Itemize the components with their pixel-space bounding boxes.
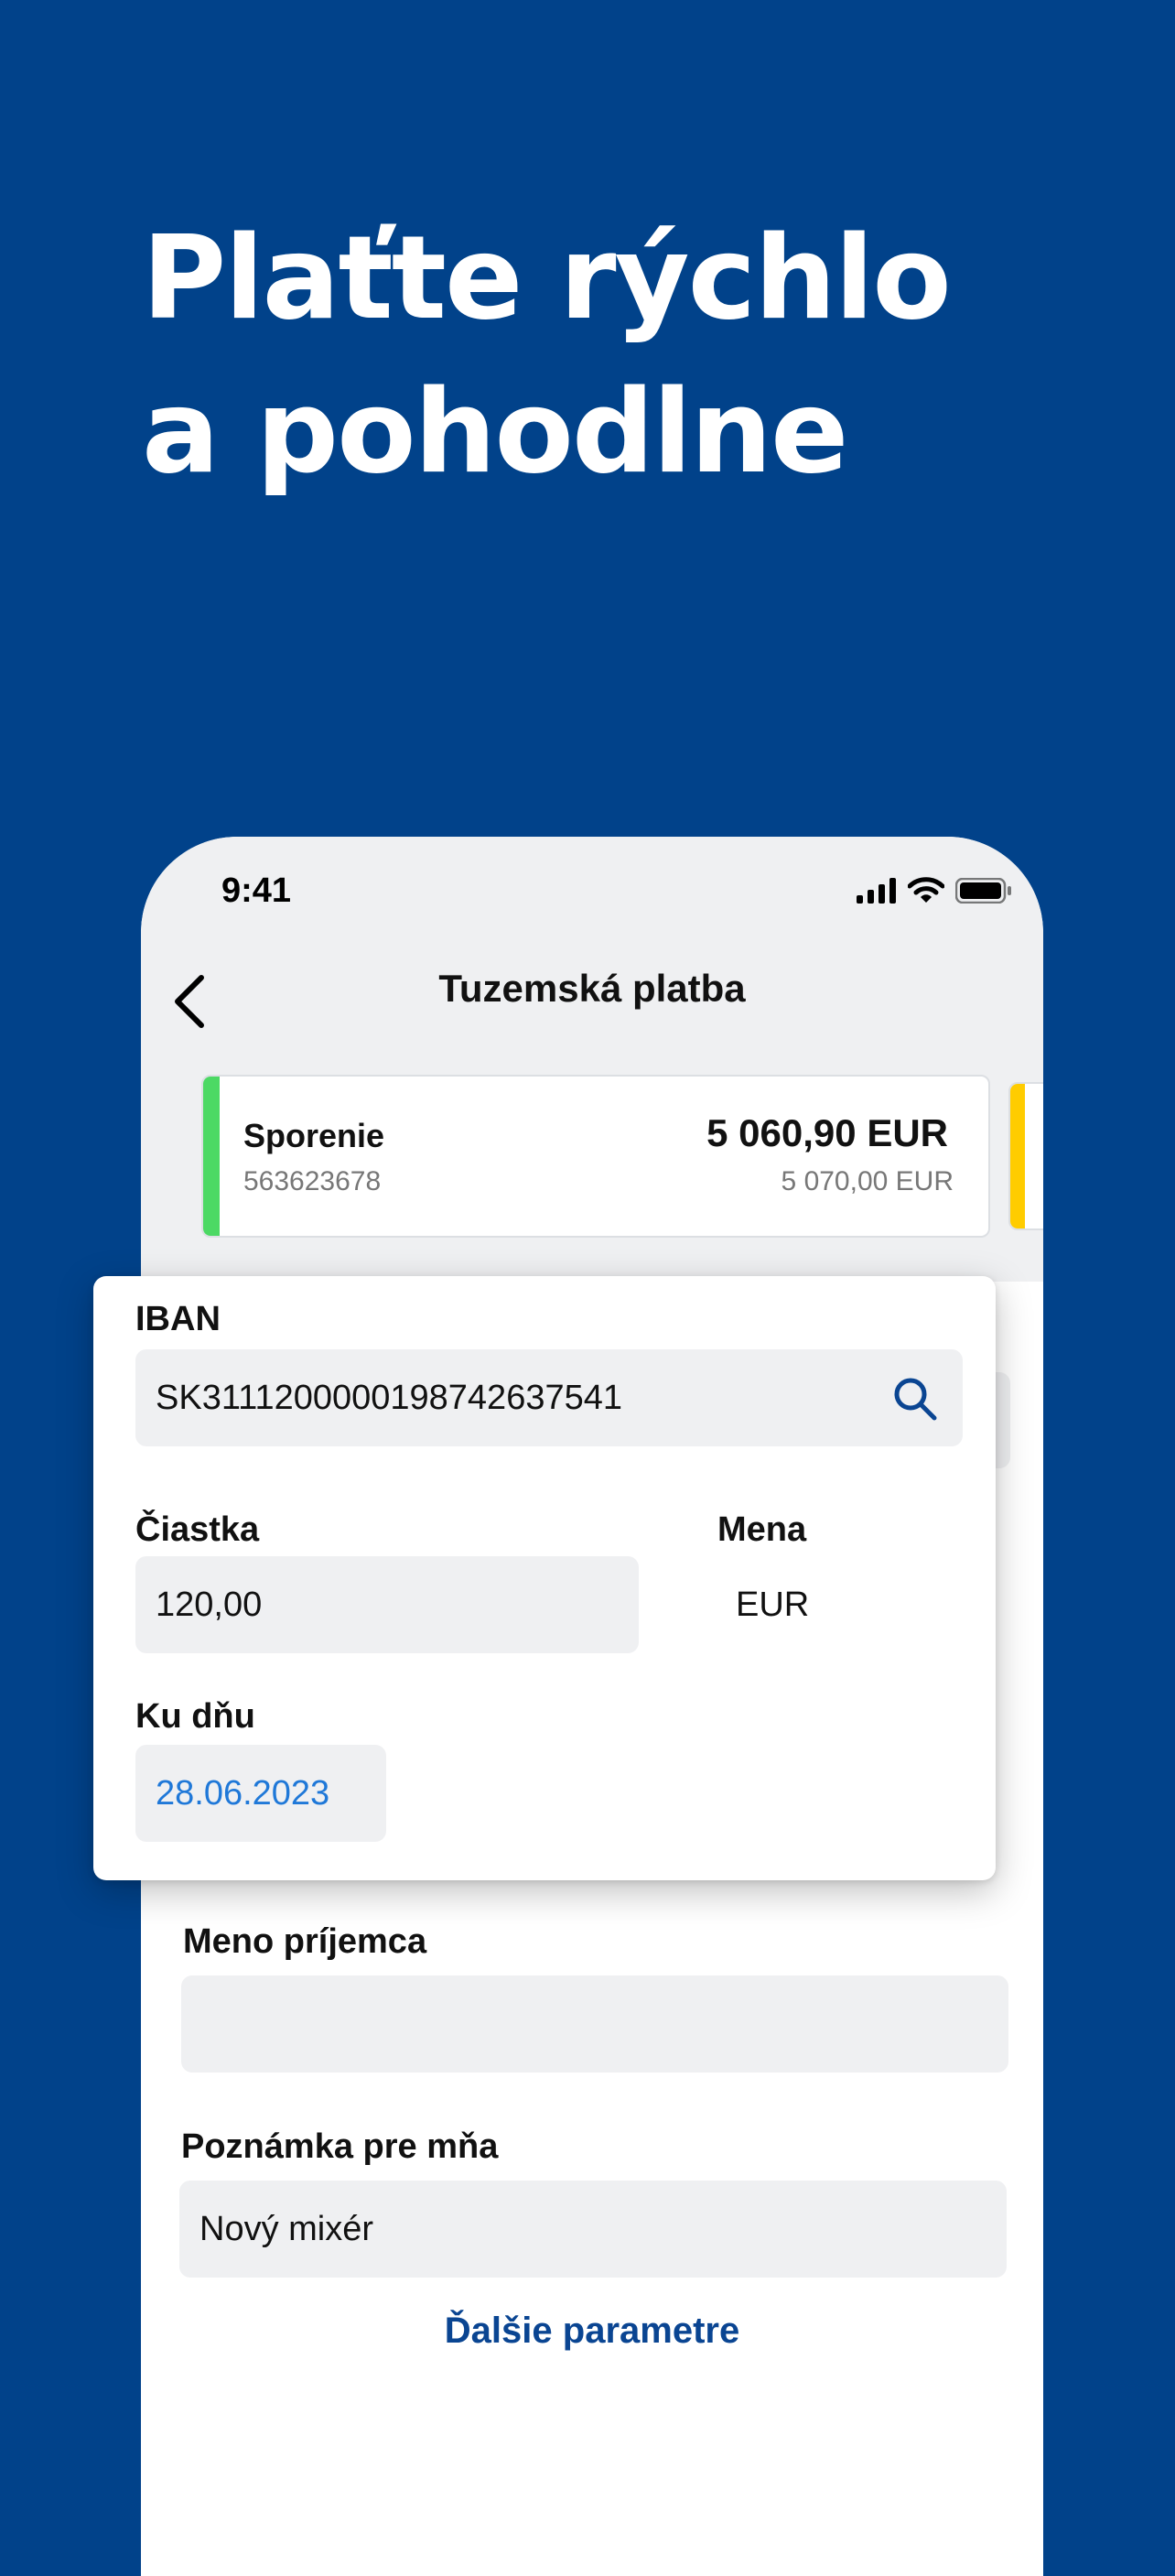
iban-label: IBAN <box>135 1300 221 1338</box>
headline-line-2: a pohodlne <box>142 364 848 499</box>
headline: Plaťte rýchlo a pohodlne <box>142 201 952 509</box>
page-title: Tuzemská platba <box>438 967 746 1010</box>
account-name: Sporenie <box>243 1117 385 1154</box>
account-color-stripe <box>1010 1084 1025 1228</box>
battery-icon <box>955 878 1011 904</box>
iban-value: SK3111200000198742637541 <box>156 1379 622 1417</box>
note-label: Poznámka pre mňa <box>181 2127 499 2166</box>
recipient-field[interactable] <box>181 1975 1008 2073</box>
more-parameters-link[interactable]: Ďalšie parametre <box>141 2311 1043 2352</box>
wifi-icon <box>908 877 944 903</box>
currency-select[interactable]: EUR <box>736 1556 809 1653</box>
amount-field[interactable]: 120,00 <box>135 1556 639 1653</box>
account-available-balance: 5 070,00 EUR <box>781 1166 954 1196</box>
signal-icon <box>857 878 896 904</box>
amount-value: 120,00 <box>156 1586 263 1624</box>
account-balance: 5 060,90 EUR <box>706 1111 948 1154</box>
recipient-label: Meno príjemca <box>183 1922 427 1961</box>
headline-line-1: Plaťte rýchlo <box>142 211 952 345</box>
account-number: 563623678 <box>243 1166 382 1196</box>
date-label: Ku dňu <box>135 1697 255 1736</box>
search-icon[interactable] <box>889 1373 941 1424</box>
payment-details-card: IBAN SK3111200000198742637541 Čiastka 12… <box>93 1276 996 1880</box>
note-field[interactable]: Nový mixér <box>179 2181 1007 2278</box>
date-value: 28.06.2023 <box>156 1774 330 1813</box>
account-card-next[interactable] <box>1008 1082 1043 1230</box>
date-field[interactable]: 28.06.2023 <box>135 1745 386 1842</box>
account-card-sporenie[interactable]: Sporenie 563623678 5 060,90 EUR 5 070,00… <box>201 1075 990 1238</box>
currency-label: Mena <box>717 1510 807 1549</box>
account-color-stripe <box>203 1077 220 1236</box>
note-value: Nový mixér <box>199 2210 374 2248</box>
status-time: 9:41 <box>221 871 292 910</box>
amount-label: Čiastka <box>135 1510 260 1549</box>
iban-field[interactable]: SK3111200000198742637541 <box>135 1349 963 1446</box>
status-icons <box>857 877 1012 904</box>
